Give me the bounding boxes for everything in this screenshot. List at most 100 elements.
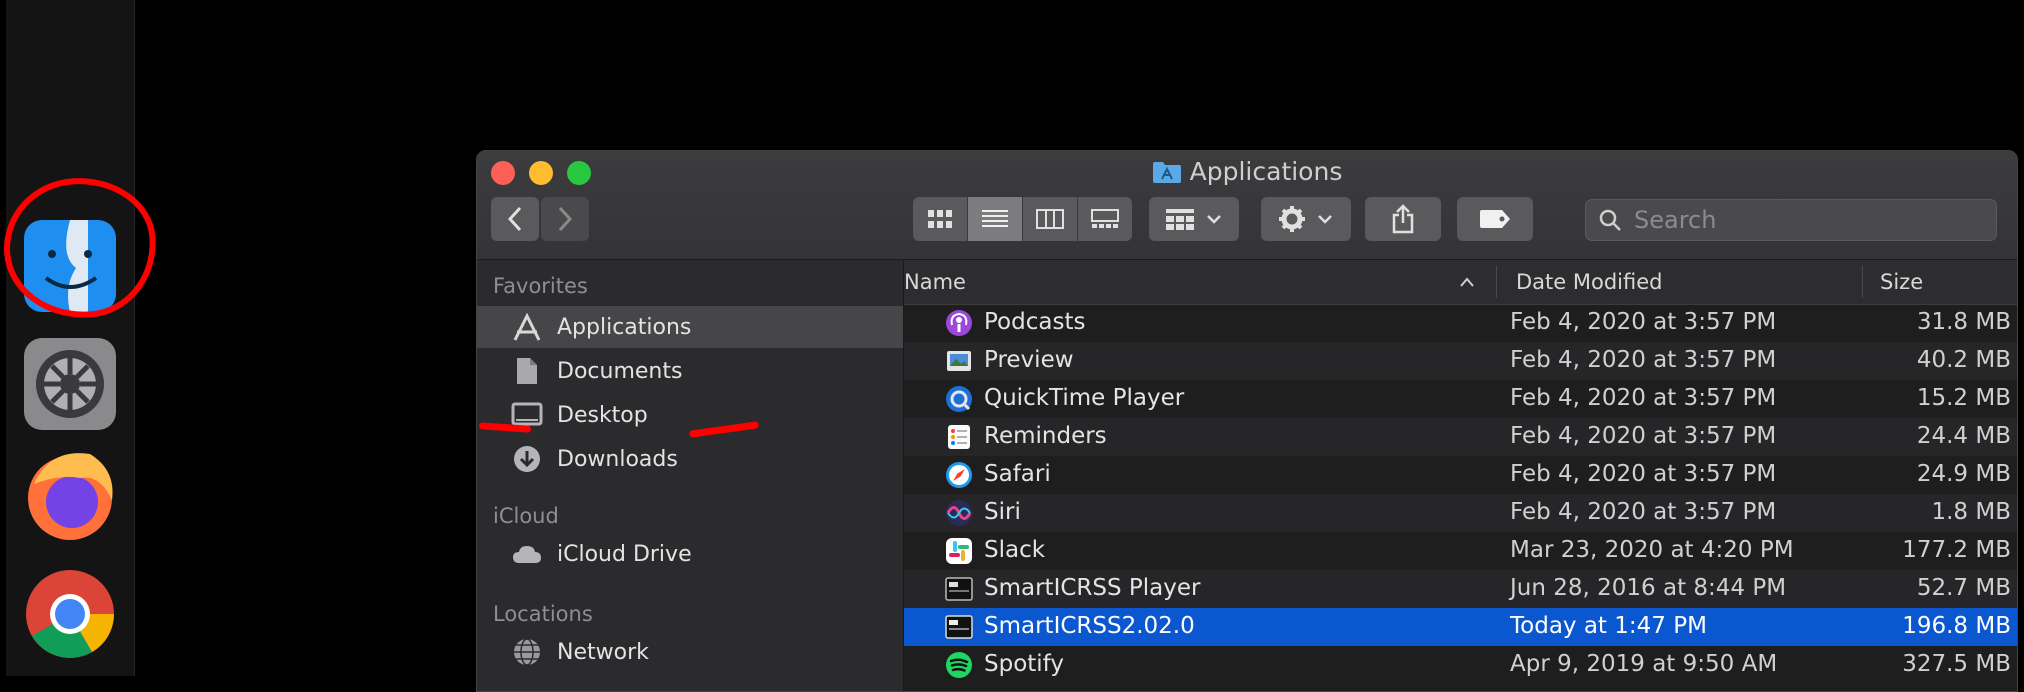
smarticrss-player-icon (944, 574, 974, 604)
download-icon (509, 443, 545, 475)
applications-icon (509, 311, 545, 343)
cloud-icon (509, 538, 545, 570)
sidebar-item-label: Downloads (557, 446, 678, 472)
list-row-smarticrss2[interactable]: SmartICRSS2.02.0 Today at 1:47 PM 196.8 … (904, 608, 2017, 646)
file-size: 31.8 MB (1916, 309, 2011, 335)
sort-ascending-icon (1460, 277, 1474, 287)
list-row-preview[interactable]: Preview Feb 4, 2020 at 3:57 PM 40.2 MB (904, 342, 2017, 380)
slack-icon (944, 536, 974, 566)
safari-icon (944, 460, 974, 490)
file-size: 177.2 MB (1902, 537, 2011, 563)
file-name: Siri (984, 499, 1021, 525)
file-date: Feb 4, 2020 at 3:57 PM (1510, 499, 1777, 525)
list-row-spotify[interactable]: Spotify Apr 9, 2019 at 9:50 AM 327.5 MB (904, 646, 2017, 684)
grid-icon (928, 210, 952, 228)
list-header: Name Date Modified Size (904, 260, 2017, 305)
dock (6, 0, 135, 676)
quicktime-icon (944, 384, 974, 414)
podcasts-icon (944, 308, 974, 338)
sidebar-item-label: Applications (557, 314, 692, 340)
sidebar-item-network[interactable]: Network (477, 631, 903, 673)
file-size: 1.8 MB (1931, 499, 2011, 525)
forward-button[interactable] (541, 197, 589, 241)
column-size[interactable]: Size (1880, 270, 1923, 294)
file-list: Name Date Modified Size Podcasts Feb 4, … (904, 260, 2017, 691)
file-size: 15.2 MB (1916, 385, 2011, 411)
window-title: Applications (477, 157, 2017, 190)
share-icon (1392, 204, 1414, 234)
chrome-icon[interactable] (20, 564, 120, 664)
file-date: Feb 4, 2020 at 3:57 PM (1510, 423, 1777, 449)
list-row-quicktime-player[interactable]: QuickTime Player Feb 4, 2020 at 3:57 PM … (904, 380, 2017, 418)
sidebar-item-label: Network (557, 639, 649, 665)
sidebar-item-label: Documents (557, 358, 683, 384)
sidebar-item-icloud-drive[interactable]: iCloud Drive (477, 533, 903, 575)
search-input[interactable] (1632, 205, 1976, 235)
column-date-modified[interactable]: Date Modified (1516, 270, 1662, 294)
file-size: 24.4 MB (1916, 423, 2011, 449)
file-date: Feb 4, 2020 at 3:57 PM (1510, 347, 1777, 373)
gear-icon (1279, 206, 1305, 232)
file-name: Spotify (984, 651, 1064, 677)
file-date: Today at 1:47 PM (1510, 613, 1707, 639)
sidebar-heading-icloud: iCloud (493, 504, 559, 528)
sidebar: Favorites Applications Documents Desktop… (477, 260, 904, 691)
gallery-icon (1091, 209, 1119, 228)
list-row-siri[interactable]: Siri Feb 4, 2020 at 3:57 PM 1.8 MB (904, 494, 2017, 532)
file-name: QuickTime Player (984, 385, 1185, 411)
globe-icon (509, 636, 545, 668)
list-row-safari[interactable]: Safari Feb 4, 2020 at 3:57 PM 24.9 MB (904, 456, 2017, 494)
gallery-view-button[interactable] (1078, 197, 1132, 241)
firefox-icon[interactable] (20, 444, 120, 544)
search-icon (1599, 209, 1621, 231)
file-name: SmartICRSS Player (984, 575, 1201, 601)
file-name: Slack (984, 537, 1046, 563)
system-preferences-icon[interactable] (20, 334, 120, 434)
folder-icon (1152, 160, 1182, 190)
list-row-slack[interactable]: Slack Mar 23, 2020 at 4:20 PM 177.2 MB (904, 532, 2017, 570)
title-bar: Applications (477, 151, 2017, 260)
preview-icon (944, 346, 974, 376)
list-row-smarticrss-player[interactable]: SmartICRSS Player Jun 28, 2016 at 8:44 P… (904, 570, 2017, 608)
columns-icon (1036, 209, 1064, 229)
sidebar-item-desktop[interactable]: Desktop (477, 394, 903, 436)
sidebar-item-label: Desktop (557, 402, 648, 428)
window-title-text: Applications (1189, 157, 1343, 186)
chevron-right-icon (558, 206, 573, 232)
chevron-down-icon (1318, 215, 1332, 224)
back-button[interactable] (491, 197, 539, 241)
search-field[interactable] (1585, 199, 1997, 241)
file-size: 327.5 MB (1902, 651, 2011, 677)
file-date: Jun 28, 2016 at 8:44 PM (1510, 575, 1787, 601)
tags-button[interactable] (1457, 197, 1533, 241)
sidebar-item-downloads[interactable]: Downloads (477, 438, 903, 480)
list-row-reminders[interactable]: Reminders Feb 4, 2020 at 3:57 PM 24.4 MB (904, 418, 2017, 456)
list-view-button[interactable] (968, 197, 1023, 241)
document-icon (509, 355, 545, 387)
smarticrss2-icon (944, 612, 974, 642)
share-button[interactable] (1365, 197, 1441, 241)
sidebar-item-documents[interactable]: Documents (477, 350, 903, 392)
group-grid-icon (1166, 209, 1194, 230)
file-date: Apr 9, 2019 at 9:50 AM (1510, 651, 1778, 677)
sidebar-item-applications[interactable]: Applications (477, 306, 903, 348)
sidebar-heading-locations: Locations (493, 602, 593, 626)
sidebar-heading-favorites: Favorites (493, 274, 588, 298)
column-view-button[interactable] (1023, 197, 1078, 241)
action-menu-button[interactable] (1261, 197, 1351, 241)
list-row-podcasts[interactable]: Podcasts Feb 4, 2020 at 3:57 PM 31.8 MB (904, 304, 2017, 342)
file-name: SmartICRSS2.02.0 (984, 613, 1195, 639)
column-name[interactable]: Name (904, 270, 966, 294)
file-size: 24.9 MB (1916, 461, 2011, 487)
file-name: Reminders (984, 423, 1107, 449)
file-size: 40.2 MB (1916, 347, 2011, 373)
file-name: Safari (984, 461, 1051, 487)
siri-icon (944, 498, 974, 528)
sidebar-item-label: iCloud Drive (557, 541, 692, 567)
tag-icon (1480, 210, 1510, 228)
reminders-icon (944, 422, 974, 452)
group-by-button[interactable] (1149, 197, 1239, 241)
icon-view-button[interactable] (913, 197, 968, 241)
chevron-down-icon (1207, 215, 1221, 224)
chevron-left-icon (507, 206, 522, 232)
